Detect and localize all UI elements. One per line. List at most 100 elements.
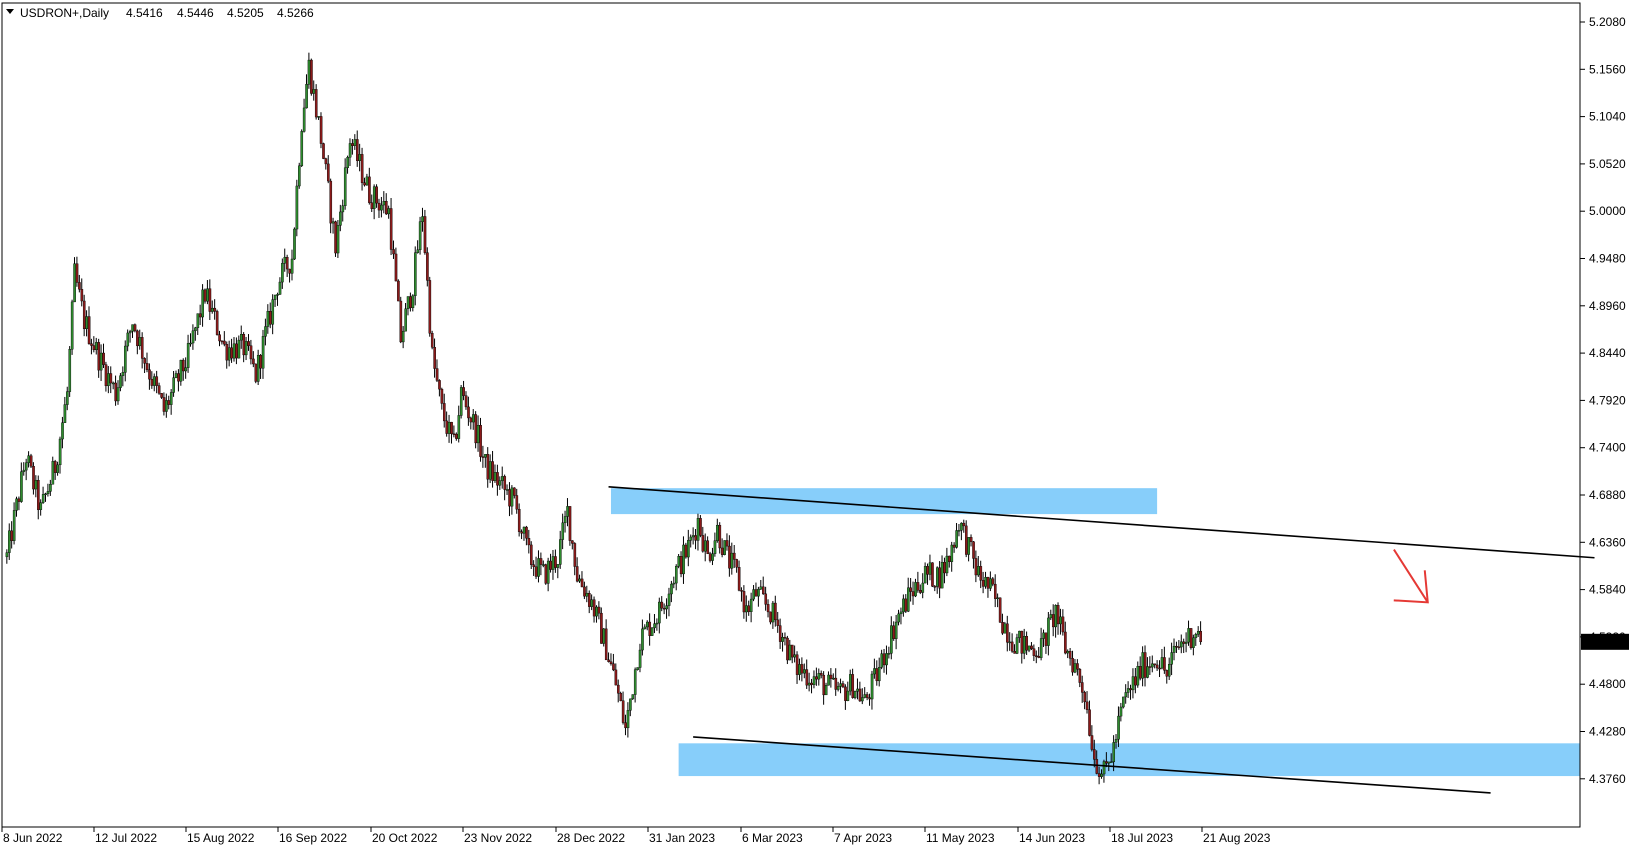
candle-body [902,598,905,613]
candle [911,581,915,605]
candle-body [740,590,743,592]
candle-body [409,296,412,309]
candle [240,325,243,349]
candle-body [836,686,840,690]
candle [385,193,388,215]
candle [1196,626,1200,637]
candle [435,359,439,383]
candle-body [92,345,96,351]
candle [699,515,702,538]
candle-body [440,388,444,404]
candle [1020,630,1024,664]
candle [1013,644,1016,654]
candle [416,240,420,254]
candle [921,573,925,599]
candle [539,552,543,576]
candle-body [580,578,584,588]
candle-body [85,316,88,330]
candle [689,534,693,548]
candle-body [160,393,163,398]
candle-body [375,186,378,204]
candle [682,536,685,584]
candle-body [1180,641,1183,648]
candle [165,393,168,418]
candle [945,547,949,577]
candle-body [259,354,262,369]
candle [104,361,108,392]
candle-body [1061,616,1065,633]
candle-body [791,644,794,658]
candle-body [428,280,432,334]
candle-body [235,343,238,359]
y-tick-label: 4.6360 [1589,535,1626,549]
candle-body [385,201,388,215]
candle-body [1010,641,1014,652]
candle-body [244,341,248,356]
candle [670,580,673,603]
y-tick-label: 5.1560 [1589,62,1626,76]
candle [1015,633,1019,655]
candles-layer [5,52,1203,785]
y-tick-label: 5.0520 [1589,157,1626,171]
candle-body [638,649,642,668]
candle-body [211,307,214,312]
candle [1199,621,1203,645]
candle-body [201,289,204,318]
candle [305,74,308,109]
candle-body [29,455,33,467]
candle [870,670,874,710]
candle-body [588,593,591,607]
candle-body [730,552,734,569]
candle [525,525,528,546]
candle [537,550,540,583]
arrow-shaft[interactable] [1393,549,1429,603]
candle [667,587,671,617]
candle-body [339,211,342,226]
candle [440,387,444,410]
candle [503,474,507,501]
candle-body [307,59,311,85]
candle-body [392,249,395,255]
candle-body [220,340,224,343]
candle [890,616,893,660]
candle [227,340,231,367]
candle-body [493,472,497,481]
candle-body [370,202,374,209]
candle-body [766,604,770,613]
candle [940,555,944,589]
candle [1090,725,1094,752]
candle [505,484,509,495]
candle [718,522,722,554]
candle [604,619,608,661]
candle [824,682,828,696]
candle-body [457,415,461,439]
candle-body [841,683,845,688]
candle-body [952,544,956,548]
candle-body [82,300,86,330]
candle [858,681,862,702]
candle [728,535,731,577]
candle [264,318,267,346]
candle [571,540,574,550]
zone-resistance [610,488,1158,515]
dropdown-triangle-icon[interactable] [6,9,14,14]
candle-body [672,582,676,585]
candle-body [812,676,816,685]
candle-body [1018,630,1021,638]
candle-body [890,625,893,654]
candle [464,391,468,410]
candle-body [1093,749,1096,760]
candle-body [981,580,985,587]
candle-body [61,422,64,440]
candle-body [865,694,869,698]
candle [1141,646,1145,687]
candle [24,458,28,481]
candle-body [711,553,714,561]
candle [12,502,16,545]
candle [488,454,492,484]
candle [472,409,475,430]
candle-body [517,508,521,532]
candle-body [327,163,330,182]
y-tick-label: 4.4280 [1589,725,1626,739]
candlestick-chart[interactable]: 5.2080 5.1560 5.1040 5.0520 5.0000 4.9480 4.89… [0,0,1629,850]
